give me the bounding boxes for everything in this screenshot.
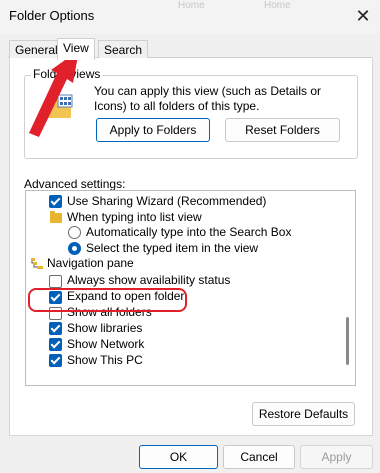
window-title: Folder Options [9,8,95,23]
ok-button[interactable]: OK [139,445,218,469]
checkbox-show-this-pc[interactable] [49,354,62,367]
scrollbar-thumb[interactable] [346,317,349,365]
apply-to-folders-button[interactable]: Apply to Folders [96,118,210,142]
highlight-outline [28,288,187,312]
radio-select-typed-item[interactable] [68,242,81,255]
checkbox-always-show-availability[interactable] [49,275,62,288]
tab-search[interactable]: Search [98,40,149,60]
list-item-label: Select the typed item in the view [86,241,259,255]
checkbox-show-libraries[interactable] [49,322,62,335]
folder-views-title: Folder views [31,67,103,81]
folder-icon [50,211,62,223]
reset-folders-button[interactable]: Reset Folders [225,118,340,142]
close-icon[interactable]: ✕ [351,4,375,28]
folder-views-description: You can apply this view (such as Details… [94,84,322,113]
background-text: Home [264,0,291,11]
tab-general[interactable]: General [9,40,64,60]
list-item-label: Use Sharing Wizard (Recommended) [67,194,267,208]
list-item-label: Navigation pane [47,256,134,270]
list-scrollbar[interactable] [343,191,353,383]
navigation-pane-icon [31,258,43,269]
radio-auto-type-search[interactable] [68,226,81,239]
cancel-button[interactable]: Cancel [223,445,295,469]
checkbox-show-network[interactable] [49,338,62,351]
folder-views-icon [47,94,73,118]
title-bar: Folder Options Home Home ✕ [0,0,380,34]
list-item-label: Automatically type into the Search Box [86,225,292,239]
tab-view[interactable]: View [57,38,95,60]
list-item-label: When typing into list view [67,210,202,224]
list-item-label: Show libraries [67,321,143,335]
list-item-label: Always show availability status [67,273,231,287]
background-text: Home [178,0,205,11]
list-item-label: Show This PC [67,353,143,367]
checkbox-use-sharing-wizard[interactable] [49,195,62,208]
apply-button[interactable]: Apply [300,445,373,469]
list-item-label: Show Network [67,337,145,351]
restore-defaults-button[interactable]: Restore Defaults [252,402,355,426]
advanced-settings-label: Advanced settings: [24,177,126,191]
